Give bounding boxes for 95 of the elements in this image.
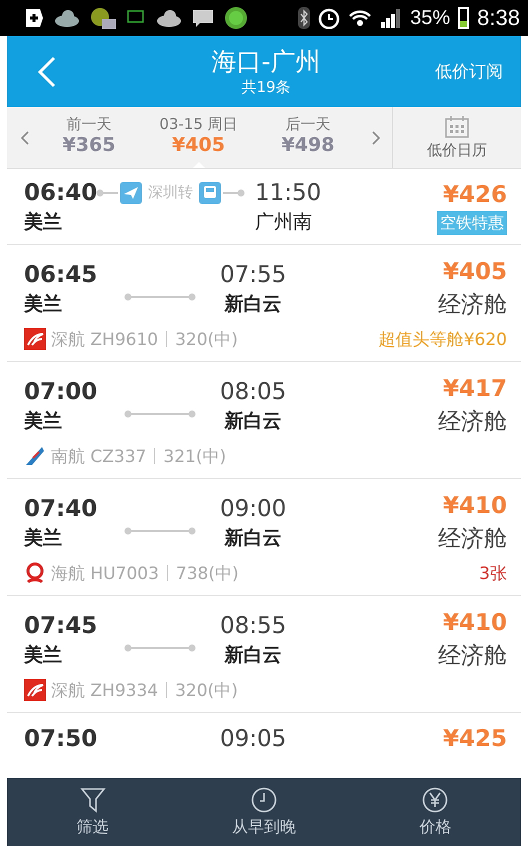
date-tab[interactable]: 前一天 ¥365 xyxy=(41,107,137,168)
cabin-class: 经济舱 xyxy=(438,642,507,670)
departure-airport: 美兰 xyxy=(24,210,62,234)
cabin-class: 经济舱 xyxy=(438,290,507,320)
route-line xyxy=(124,526,196,534)
cloud-icon xyxy=(156,9,182,27)
date-label: 后一天 xyxy=(286,115,330,134)
bird-logo-icon xyxy=(24,679,46,701)
departure-time: 07:50 xyxy=(24,725,98,754)
message-icon xyxy=(192,8,214,28)
departure-airport: 美兰 xyxy=(24,642,62,668)
aircraft-type: 320(中) xyxy=(175,680,238,702)
toolbar-button[interactable]: 价格 xyxy=(375,778,496,846)
toolbar-button[interactable]: 筛选 xyxy=(32,778,153,846)
offer-text: 超值头等舱¥620 xyxy=(378,328,507,350)
aircraft-type: 320(中) xyxy=(175,328,238,350)
arrival-time: 08:55 xyxy=(220,612,286,640)
connector-line xyxy=(223,188,245,196)
flight-info: 南航 CZ337 xyxy=(51,446,146,468)
flight-info: 海航 HU7003 xyxy=(51,562,159,584)
tickets-left: 3张 xyxy=(479,562,507,584)
cabin-class: 经济舱 xyxy=(438,524,507,554)
price: ¥410 xyxy=(442,608,507,638)
price: ¥425 xyxy=(442,725,507,754)
wifi-icon xyxy=(348,8,372,28)
chevron-left-icon[interactable] xyxy=(21,130,29,144)
battery-percent: 35% xyxy=(410,6,450,30)
promo-badge: 空铁特惠 xyxy=(437,210,507,234)
route-line xyxy=(124,410,196,418)
bird-logo-icon xyxy=(24,328,46,350)
flight-row[interactable]: 07:50 09:05 ¥425 xyxy=(7,713,521,755)
plane-icon xyxy=(120,182,142,204)
arrival-airport: 新白云 xyxy=(224,292,282,316)
arrival-time: 09:05 xyxy=(220,725,286,754)
price: ¥410 xyxy=(442,492,507,520)
date-label: 前一天 xyxy=(66,115,112,134)
back-icon[interactable] xyxy=(37,56,57,88)
flight-row[interactable]: 06:40 美兰 深圳转 11:50 广州南 ¥426 空铁特惠 xyxy=(7,169,521,245)
price: ¥417 xyxy=(442,374,507,404)
flight-info: 深航 ZH9334 xyxy=(51,680,158,702)
flight-row[interactable]: 07:00 美兰 08:05 新白云 ¥417 经济舱 南航 CZ337 321(中) xyxy=(7,362,521,479)
arrival-station: 广州南 xyxy=(255,210,313,234)
arrival-time: 08:05 xyxy=(220,378,286,406)
battery-icon xyxy=(458,7,470,29)
route-line xyxy=(124,644,196,652)
transfer-city: 深圳转 xyxy=(148,183,193,202)
chevron-right-icon[interactable] xyxy=(372,130,380,144)
arrival-airport: 新白云 xyxy=(224,642,282,668)
date-tab[interactable]: 后一天 ¥498 xyxy=(260,107,356,168)
cloud-icon xyxy=(54,8,80,28)
tail-logo-icon xyxy=(24,445,46,467)
calendar-button[interactable]: 低价日历 xyxy=(392,107,521,168)
flight-row[interactable]: 07:40 美兰 09:00 新白云 ¥410 经济舱 海航 HU7003 738(中) 3张 xyxy=(7,479,521,596)
coin-icon xyxy=(224,6,248,30)
cabin-class: 经济舱 xyxy=(438,408,507,436)
alarm-icon xyxy=(318,7,340,29)
arrival-time: 07:55 xyxy=(220,260,286,290)
departure-airport: 美兰 xyxy=(24,526,62,550)
departure-time: 07:00 xyxy=(24,378,98,406)
connector-line xyxy=(96,188,118,196)
route-line xyxy=(124,292,196,300)
departure-time: 06:45 xyxy=(24,260,98,290)
departure-time: 06:40 xyxy=(24,178,98,208)
price: ¥426 xyxy=(442,180,507,210)
date-tab[interactable]: 03-15 周日 ¥405 xyxy=(150,107,246,168)
aircraft-type: 738(中) xyxy=(176,562,239,584)
departure-airport: 美兰 xyxy=(24,408,62,434)
clock-icon xyxy=(250,786,277,812)
yen-icon xyxy=(422,786,448,812)
price: ¥405 xyxy=(442,258,507,286)
flight-info: 深航 ZH9610 xyxy=(51,328,158,350)
departure-airport: 美兰 xyxy=(24,292,62,316)
clock-time: 8:38 xyxy=(477,5,520,31)
date-price: ¥365 xyxy=(62,134,116,156)
bluetooth-icon xyxy=(298,7,310,29)
arrival-time: 09:00 xyxy=(220,494,286,524)
aircraft-type: 321(中) xyxy=(163,446,226,468)
toolbar-button[interactable]: 从早到晚 xyxy=(204,778,324,846)
date-price: ¥405 xyxy=(172,134,225,156)
flight-row[interactable]: 07:45 美兰 08:55 新白云 ¥410 经济舱 深航 ZH9334 320(中) xyxy=(7,596,521,713)
filter-icon xyxy=(80,786,106,812)
date-price: ¥498 xyxy=(282,134,334,156)
route-title: 海口-广州 xyxy=(211,46,321,76)
departure-time: 07:40 xyxy=(24,494,98,524)
date-label: 03-15 周日 xyxy=(159,115,238,134)
selection-pointer-icon xyxy=(192,162,204,168)
arrival-airport: 新白云 xyxy=(224,408,282,434)
flight-row[interactable]: 06:45 美兰 07:55 新白云 ¥405 经济舱 深航 ZH9610 320(中) 超值头等舱¥620 xyxy=(7,245,521,362)
arrival-airport: 新白云 xyxy=(224,526,282,550)
calendar-icon xyxy=(445,116,469,138)
departure-time: 07:45 xyxy=(24,612,98,640)
result-count: 共19条 xyxy=(241,76,291,96)
arrival-time: 11:50 xyxy=(255,178,322,208)
bus-icon xyxy=(199,182,221,204)
signal-icon xyxy=(380,8,402,28)
